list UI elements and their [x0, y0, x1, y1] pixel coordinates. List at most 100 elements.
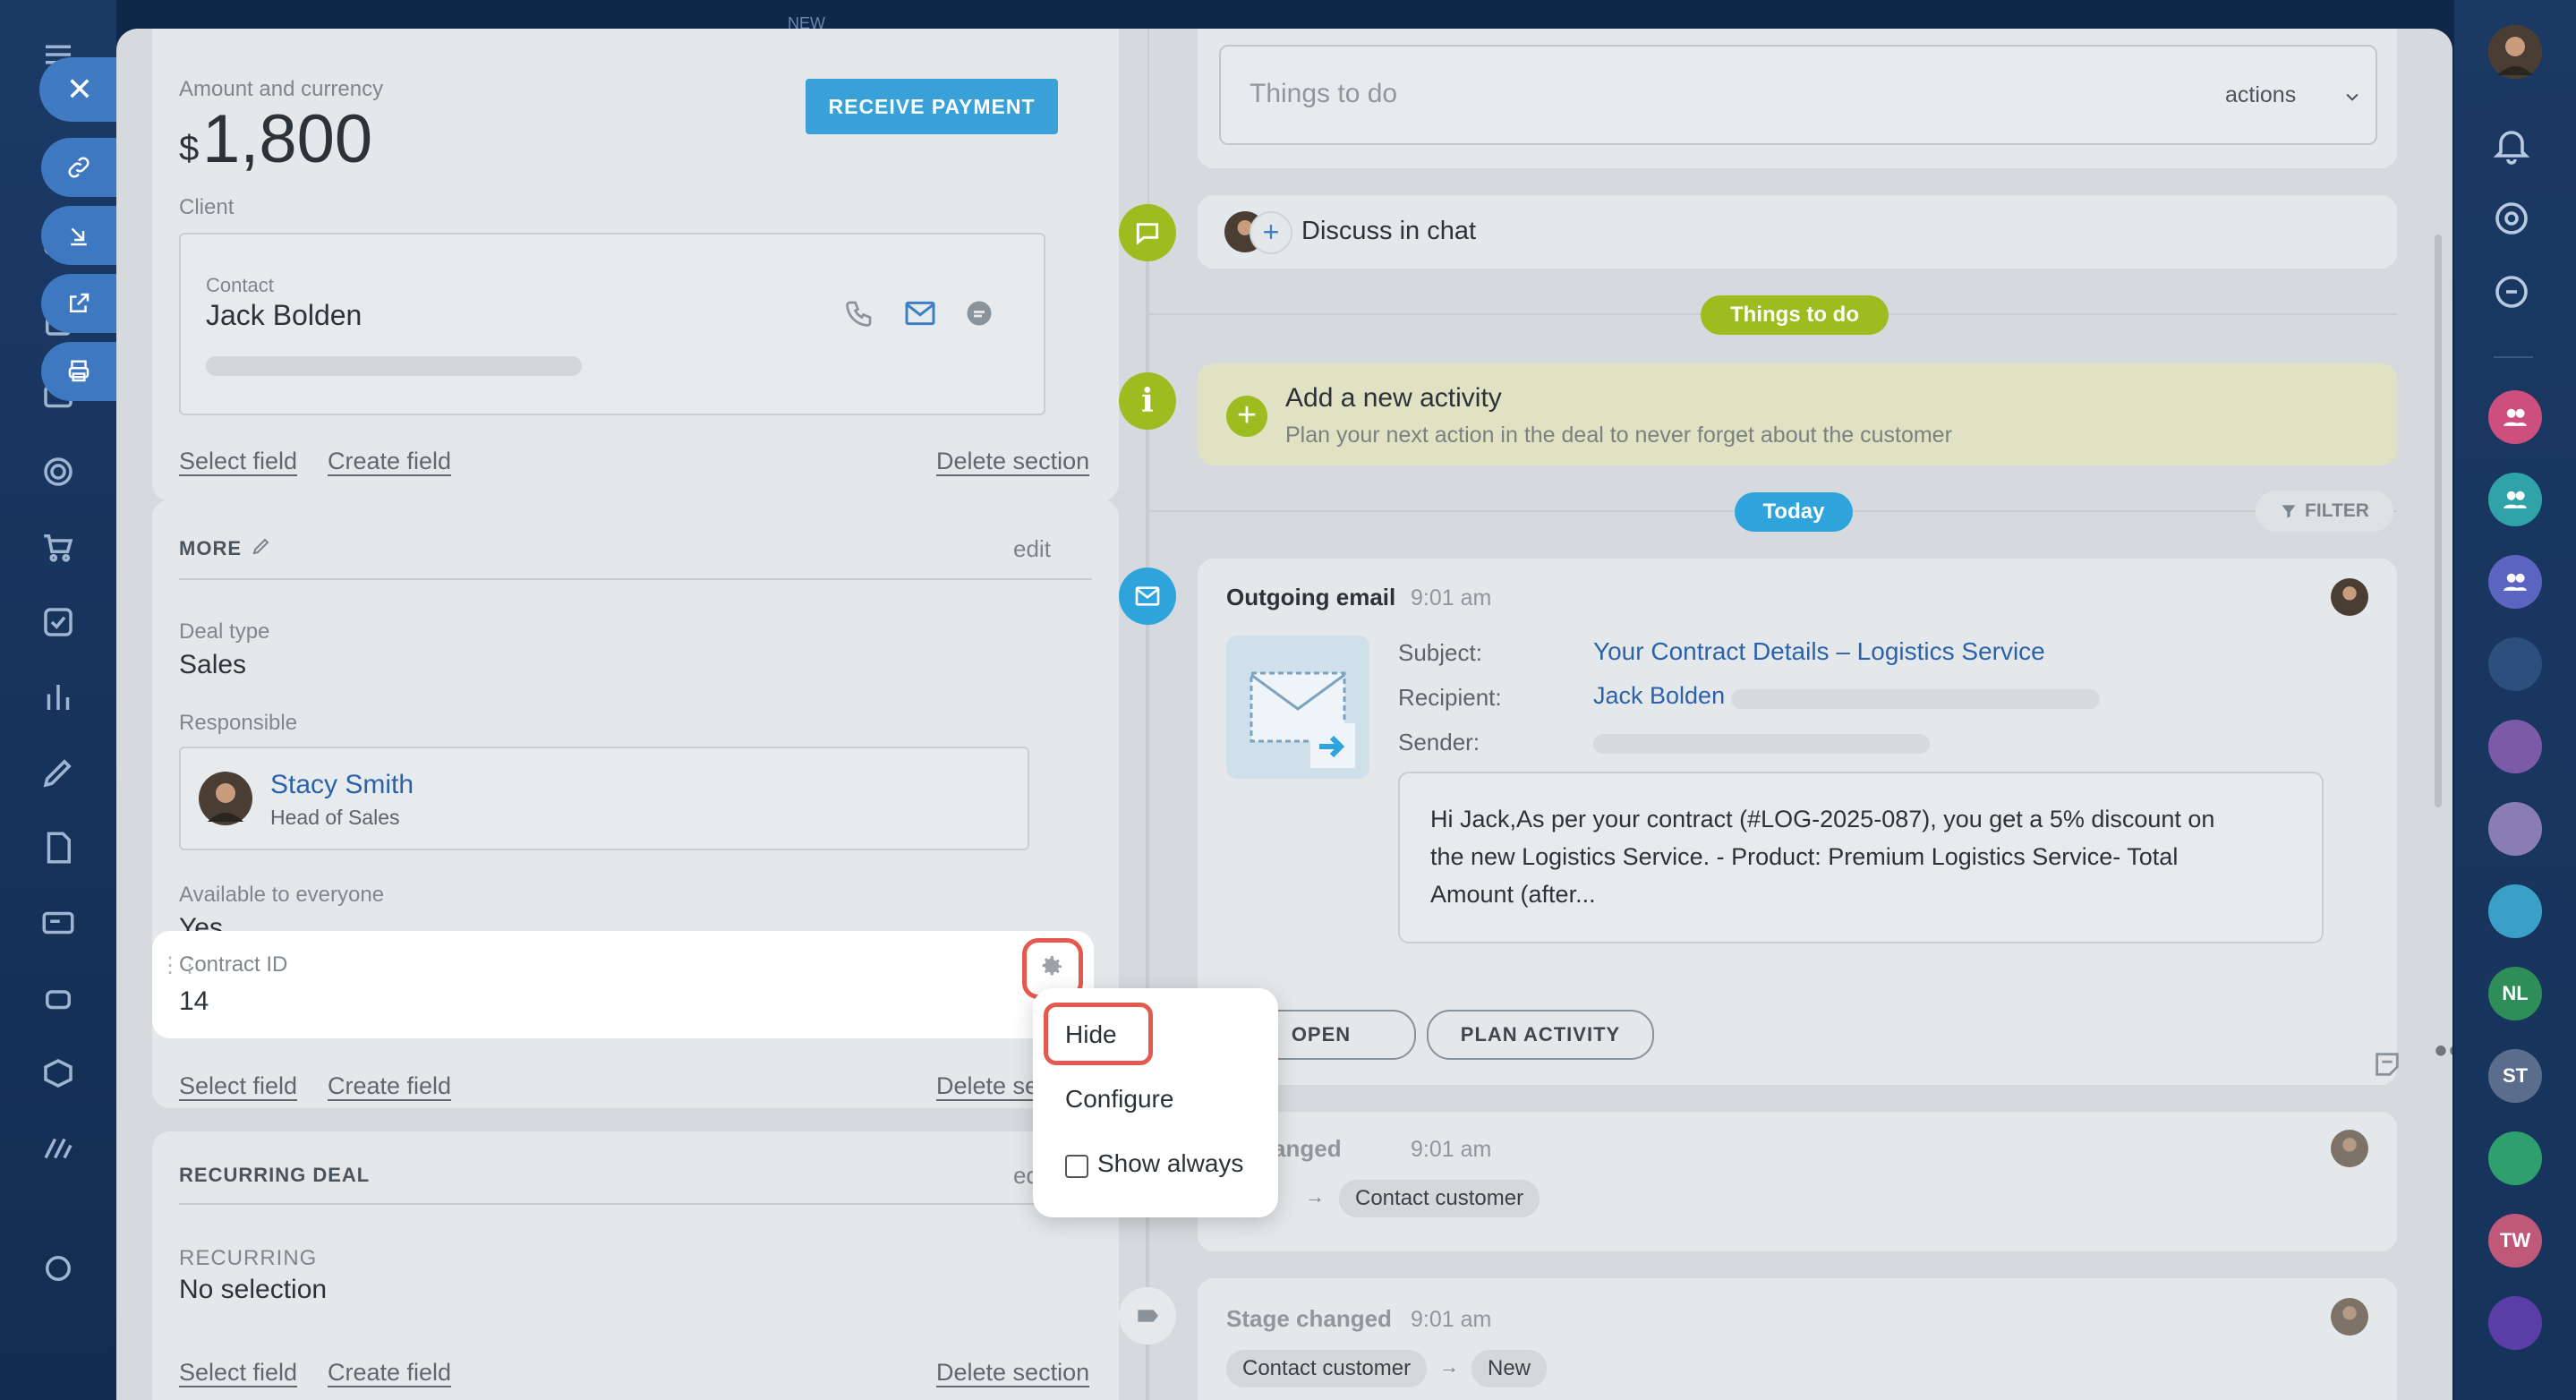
group-chat-avatar[interactable] [2488, 390, 2542, 444]
menu-show-always[interactable]: Show always [1097, 1149, 1243, 1178]
envelope-icon [1250, 671, 1355, 768]
group-chat-avatar[interactable] [2488, 555, 2542, 609]
copilot-icon[interactable] [2490, 197, 2533, 240]
more-options-icon[interactable]: ••• [2435, 1031, 2452, 1071]
filter-button[interactable]: FILTER [2256, 491, 2393, 532]
stage-change-card: Stage changed 9:01 am Contact customer →… [1198, 1278, 2397, 1400]
contact-name[interactable]: Jack Bolden [206, 299, 362, 332]
show-always-checkbox[interactable] [1065, 1155, 1088, 1178]
add-participant-icon[interactable]: + [1250, 211, 1292, 254]
responsible-name[interactable]: Stacy Smith [270, 770, 414, 800]
sign-icon[interactable] [39, 754, 77, 791]
email-dot-icon [1119, 568, 1176, 625]
menu-configure[interactable]: Configure [1065, 1085, 1173, 1114]
phone-icon[interactable] [843, 297, 875, 329]
chat-icon[interactable] [963, 297, 995, 329]
email-recipient[interactable]: Jack Bolden [1593, 682, 1725, 710]
email-title: Outgoing email [1226, 584, 1396, 610]
marketing-icon[interactable] [39, 1130, 77, 1167]
payment-client-card: Amount and currency $ 1,800 RECEIVE PAYM… [152, 29, 1119, 501]
heart-chat-avatar[interactable] [2488, 720, 2542, 773]
responsible-label: Responsible [179, 711, 298, 735]
chat-dot-icon [1119, 204, 1176, 261]
city-chat-avatar[interactable] [2488, 637, 2542, 691]
stage-change-title: Stage changed [1226, 1305, 1392, 1332]
download-icon [71, 227, 87, 246]
email-subject[interactable]: Your Contract Details – Logistics Servic… [1593, 637, 2045, 666]
plan-activity-button[interactable]: PLAN ACTIVITY [1427, 1010, 1654, 1060]
create-field-link[interactable]: Create field [328, 1072, 451, 1100]
more-section-title: MORE [179, 537, 242, 559]
user-avatar[interactable] [2488, 25, 2542, 79]
client-label: Client [179, 195, 235, 219]
delete-section-link[interactable]: Delete section [936, 1359, 1089, 1387]
group-chat-avatar[interactable] [2488, 473, 2542, 526]
arrow-icon: → [1439, 1355, 1459, 1378]
open-new-window-button[interactable] [41, 274, 116, 333]
author-avatar[interactable] [2331, 1298, 2368, 1336]
stage-to-tag: New [1471, 1350, 1548, 1387]
cart-icon[interactable] [39, 528, 77, 566]
bell-icon[interactable] [2490, 124, 2533, 166]
download-button[interactable] [41, 206, 116, 265]
notebook-chat-avatar[interactable] [2488, 1131, 2542, 1185]
todo-input[interactable]: Things to do actions [1219, 45, 2377, 145]
filter-icon [2282, 505, 2296, 518]
deal-type-label: Deal type [179, 619, 270, 644]
robot-icon[interactable] [39, 979, 77, 1017]
section-divider [179, 578, 1092, 580]
note-icon[interactable] [2372, 1049, 2402, 1080]
doc-edit-icon[interactable] [39, 829, 77, 866]
responsible-avatar [199, 772, 252, 825]
contact-detail-blurred [206, 356, 582, 376]
select-field-link[interactable]: Select field [179, 1359, 297, 1387]
select-field-link[interactable]: Select field [179, 1072, 297, 1100]
field-context-menu: Hide Configure Show always [1033, 988, 1278, 1217]
card-icon[interactable] [39, 904, 77, 942]
close-slider-button[interactable]: ✕ [39, 57, 120, 122]
analytics-icon[interactable] [39, 679, 77, 716]
print-button[interactable] [41, 342, 116, 401]
contact-box: Contact Jack Bolden [179, 233, 1045, 415]
select-field-link[interactable]: Select field [179, 448, 297, 475]
actions-dropdown[interactable]: actions [2225, 82, 2296, 108]
discuss-chat-card[interactable]: + Discuss in chat [1198, 195, 2397, 269]
todo-card: Things to do actions [1198, 29, 2397, 168]
chat-search-icon[interactable] [2490, 270, 2533, 313]
author-avatar[interactable] [2331, 1130, 2368, 1167]
email-body-preview: Hi Jack,As per your contract (#LOG-2025-… [1430, 806, 2215, 908]
create-field-link[interactable]: Create field [328, 1359, 451, 1387]
scrollbar[interactable] [2435, 235, 2442, 807]
stage-change-card: e changed 9:01 am w → Contact customer [1198, 1112, 2397, 1251]
plus-icon: + [1226, 396, 1267, 437]
target-chat-avatar[interactable] [2488, 1296, 2542, 1350]
author-avatar[interactable] [2331, 578, 2368, 616]
outgoing-email-card: Outgoing email 9:01 am Subject: Your Con… [1198, 559, 2452, 1085]
landscape-chat-avatar[interactable] [2488, 802, 2542, 856]
close-icon: ✕ [65, 71, 94, 107]
pencil-icon[interactable] [251, 535, 272, 557]
add-activity-card[interactable]: + Add a new activity Plan your next acti… [1198, 363, 2397, 465]
menu-hide[interactable]: Hide [1065, 1020, 1117, 1049]
checkbox-icon[interactable] [39, 603, 77, 641]
email-preview-box[interactable]: Hi Jack,As per your contract (#LOG-2025-… [1398, 772, 2324, 943]
info-dot-icon: i [1119, 372, 1176, 430]
tw-avatar[interactable]: TW [2488, 1214, 2542, 1268]
mail-icon[interactable] [902, 295, 938, 331]
chat-bubble-avatar[interactable] [2488, 884, 2542, 938]
receive-payment-button[interactable]: RECEIVE PAYMENT [806, 79, 1058, 134]
st-avatar[interactable]: ST [2488, 1049, 2542, 1103]
settings-icon[interactable] [39, 1250, 77, 1287]
gear-icon[interactable] [1036, 952, 1065, 981]
contract-id-field[interactable]: ⋮⋮ Contract ID 14 [152, 931, 1094, 1038]
copy-link-button[interactable] [41, 138, 116, 197]
recipient-label: Recipient: [1398, 684, 1502, 711]
create-field-link[interactable]: Create field [328, 448, 451, 475]
contact-label: Contact [206, 274, 274, 296]
more-section-edit[interactable]: edit [1013, 535, 1051, 563]
target-icon[interactable] [39, 453, 77, 491]
nl-avatar[interactable]: NL [2488, 967, 2542, 1020]
delete-section-link[interactable]: Delete section [936, 448, 1089, 475]
recipient-email-blurred [1731, 689, 2100, 709]
box-icon[interactable] [39, 1054, 77, 1092]
